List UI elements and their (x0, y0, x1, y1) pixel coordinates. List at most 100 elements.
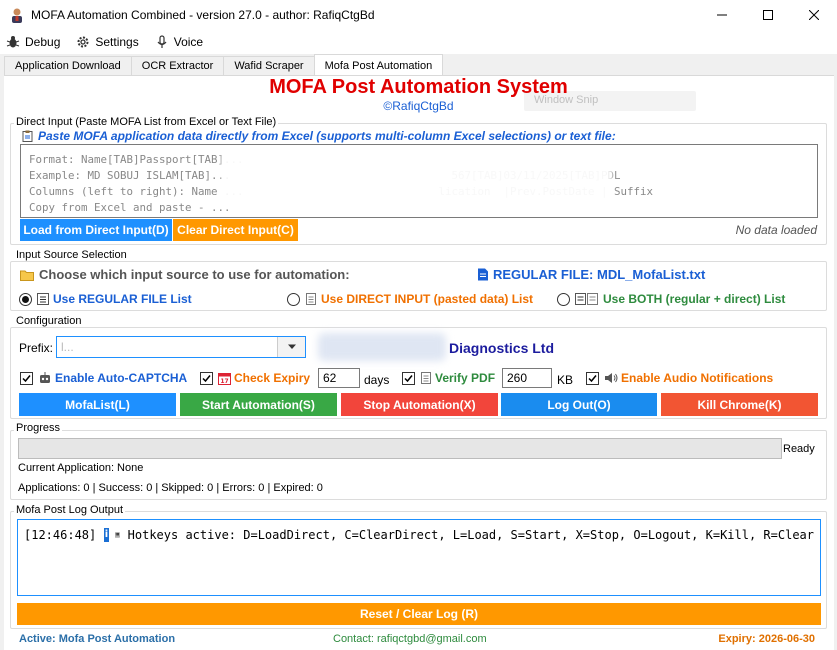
captcha-check[interactable] (20, 371, 33, 385)
footer-contact: Contact: rafiqctgbd@gmail.com (333, 633, 487, 645)
company-name: Diagnostics Ltd (449, 340, 555, 356)
source-prompt: Choose which input source to use for aut… (20, 267, 350, 282)
clear-direct-input-button[interactable]: Clear Direct Input(C) (173, 219, 298, 241)
start-automation-button[interactable]: Start Automation(S) (180, 393, 337, 416)
file-icon (478, 268, 488, 281)
menu-settings[interactable]: Settings (76, 35, 139, 49)
maximize-button[interactable] (745, 0, 791, 30)
menu-debug-label: Debug (25, 35, 61, 49)
direct-input-instruction-text: Paste MOFA application data directly fro… (38, 129, 616, 143)
pdf-size-input[interactable] (502, 368, 552, 388)
close-button[interactable] (791, 0, 837, 30)
window-title: MOFA Automation Combined - version 27.0 … (31, 8, 375, 22)
menu-voice[interactable]: Voice (155, 35, 203, 49)
chevron-down-icon (287, 344, 296, 349)
speaker-icon (605, 373, 618, 383)
direct-input-legend: Direct Input (Paste MOFA List from Excel… (14, 116, 279, 128)
title-bar: MOFA Automation Combined - version 27.0 … (0, 0, 837, 30)
log-legend: Mofa Post Log Output (14, 504, 126, 516)
audio-checkbox[interactable]: Enable Audio Notifications (586, 371, 773, 385)
footer-expiry: Expiry: 2026-06-30 (718, 633, 815, 645)
redaction-blob-company (318, 333, 446, 361)
checkmark-icon (404, 374, 413, 382)
regular-file-text: REGULAR FILE: MDL_MofaList.txt (493, 267, 706, 282)
radio-direct-input-dot[interactable] (287, 292, 300, 306)
tab-mofa-post-automation[interactable]: Mofa Post Automation (313, 54, 444, 76)
pdf-label: Verify PDF (435, 371, 496, 385)
calendar-icon: 17 (218, 372, 231, 385)
tab-wafid-scraper[interactable]: Wafid Scraper (223, 56, 315, 75)
prefix-combobox[interactable]: l... (56, 336, 306, 358)
tab-strip: Application Download OCR Extractor Wafid… (4, 54, 444, 76)
page-title: MOFA Post Automation System (269, 76, 568, 98)
document-icon (421, 372, 431, 384)
prefix-dropdown-button[interactable] (277, 337, 305, 357)
checkmark-icon (588, 374, 597, 382)
expiry-checkbox[interactable]: 17 Check Expiry (200, 371, 310, 385)
maximize-icon (763, 10, 773, 20)
logout-button[interactable]: Log Out(O) (501, 393, 657, 416)
progress-bar (18, 438, 782, 459)
info-icon: i (104, 528, 109, 542)
pdf-checkbox[interactable]: Verify PDF (402, 371, 495, 385)
audio-label: Enable Audio Notifications (621, 371, 774, 385)
reset-log-button[interactable]: Reset / Clear Log (R) (17, 603, 821, 625)
radio-direct-input[interactable]: Use DIRECT INPUT (pasted data) List (287, 292, 533, 306)
piano-keys-icon (114, 532, 120, 538)
close-icon (809, 10, 819, 20)
checkmark-icon (202, 374, 211, 382)
page-subtitle: ©RafiqCtgBd (383, 99, 454, 113)
mofalist-button[interactable]: MofaList(L) (19, 393, 176, 416)
load-direct-input-button[interactable]: Load from Direct Input(D) (20, 219, 172, 241)
checkmark-icon (22, 374, 31, 382)
footer-active: Active: Mofa Post Automation (19, 633, 176, 645)
progress-stats: Applications: 0 | Success: 0 | Skipped: … (18, 482, 323, 494)
radio-both-dot[interactable] (557, 292, 570, 306)
menu-bar: Debug Settings Voice (0, 30, 837, 54)
direct-input-status: No data loaded (735, 223, 817, 237)
list-icon (37, 293, 49, 305)
pdf-check[interactable] (402, 371, 415, 385)
expiry-unit: days (364, 373, 390, 387)
log-output[interactable]: [12:46:48] i Hotkeys active: D=LoadDirec… (17, 519, 821, 596)
stop-automation-button[interactable]: Stop Automation(X) (341, 393, 498, 416)
radio-regular-file-label: Use REGULAR FILE List (53, 292, 192, 306)
menu-voice-label: Voice (173, 35, 204, 49)
log-timestamp: [12:46:48] (24, 528, 97, 542)
radio-regular-file[interactable]: Use REGULAR FILE List (19, 292, 192, 306)
prefix-label: Prefix: (19, 341, 54, 355)
expiry-label: Check Expiry (234, 371, 311, 385)
folder-icon (20, 270, 34, 281)
input-source-legend: Input Source Selection (14, 249, 129, 261)
minimize-button[interactable] (699, 0, 745, 30)
current-application: Current Application: None (18, 462, 144, 474)
tab-ocr-extractor[interactable]: OCR Extractor (130, 56, 225, 75)
radio-regular-file-dot[interactable] (19, 292, 32, 306)
redaction-blob (222, 152, 612, 206)
radio-both-label: Use BOTH (regular + direct) List (603, 292, 786, 306)
expiry-days-input[interactable] (318, 368, 360, 388)
paste-icon (22, 130, 33, 142)
menu-debug[interactable]: Debug (6, 35, 60, 49)
radio-direct-input-label: Use DIRECT INPUT (pasted data) List (321, 292, 534, 306)
configuration-legend: Configuration (14, 315, 84, 327)
robot-icon (40, 372, 50, 383)
expiry-check[interactable] (200, 371, 213, 385)
progress-legend: Progress (14, 422, 63, 434)
pdf-unit: KB (557, 373, 574, 387)
multi-list-icon (575, 293, 598, 305)
kill-chrome-button[interactable]: Kill Chrome(K) (661, 393, 818, 416)
captcha-label: Enable Auto-CAPTCHA (55, 371, 188, 385)
user-avatar-icon (12, 8, 22, 23)
gear-icon (77, 36, 89, 48)
document-icon (306, 293, 316, 305)
svg-text:17: 17 (220, 378, 228, 385)
bug-icon (6, 36, 20, 48)
microphone-icon (157, 35, 167, 48)
audio-check[interactable] (586, 371, 599, 385)
minimize-icon (717, 14, 727, 16)
captcha-checkbox[interactable]: Enable Auto-CAPTCHA (20, 371, 187, 385)
progress-status: Ready (783, 443, 815, 455)
tab-application-download[interactable]: Application Download (4, 56, 132, 75)
radio-both[interactable]: Use BOTH (regular + direct) List (557, 292, 785, 306)
